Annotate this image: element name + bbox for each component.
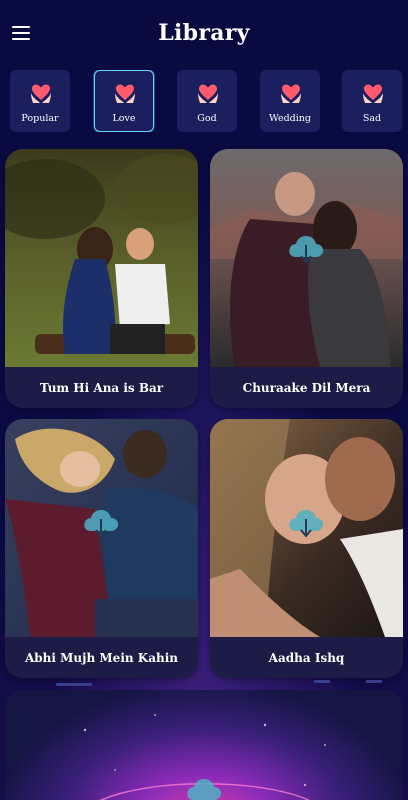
song-card[interactable] xyxy=(5,690,403,800)
category-label: God xyxy=(197,113,217,124)
category-label: Love xyxy=(112,113,136,124)
divider xyxy=(366,680,382,683)
category-love[interactable]: Love xyxy=(94,70,154,132)
song-card[interactable]: Aadha Ishq xyxy=(210,419,403,678)
heart-hands-icon xyxy=(115,84,135,103)
download-cloud-icon[interactable] xyxy=(184,774,224,800)
download-cloud-icon[interactable] xyxy=(81,505,121,541)
divider xyxy=(314,680,330,683)
category-label: Wedding xyxy=(268,113,311,124)
song-title: Aadha Ishq xyxy=(210,637,403,678)
download-cloud-icon[interactable] xyxy=(286,231,326,267)
song-card[interactable]: Tum Hi Ana is Bar xyxy=(5,149,198,408)
heart-hands-icon xyxy=(363,84,383,103)
song-title: Abhi Mujh Mein Kahin xyxy=(5,637,198,678)
category-god[interactable]: God xyxy=(177,70,237,132)
page-title: Library xyxy=(158,20,250,46)
category-sad[interactable]: Sad xyxy=(342,70,402,132)
song-card[interactable]: Abhi Mujh Mein Kahin xyxy=(5,419,198,678)
heart-hands-icon xyxy=(31,84,51,103)
heart-hands-icon xyxy=(198,84,218,103)
divider xyxy=(56,683,92,686)
category-popular[interactable]: Popular xyxy=(10,70,70,132)
category-wedding[interactable]: Wedding xyxy=(260,70,320,132)
song-title: Tum Hi Ana is Bar xyxy=(5,367,198,408)
category-label: Sad xyxy=(362,113,382,124)
song-title: Churaake Dil Mera xyxy=(210,367,403,408)
song-cover-image xyxy=(5,149,198,367)
category-label: Popular xyxy=(21,113,59,124)
heart-hands-icon xyxy=(281,84,301,103)
app-header: Library xyxy=(0,0,408,66)
song-card[interactable]: Churaake Dil Mera xyxy=(210,149,403,408)
category-strip[interactable]: Popular Love God Wedding Sad xyxy=(10,70,408,132)
download-cloud-icon[interactable] xyxy=(286,505,326,541)
